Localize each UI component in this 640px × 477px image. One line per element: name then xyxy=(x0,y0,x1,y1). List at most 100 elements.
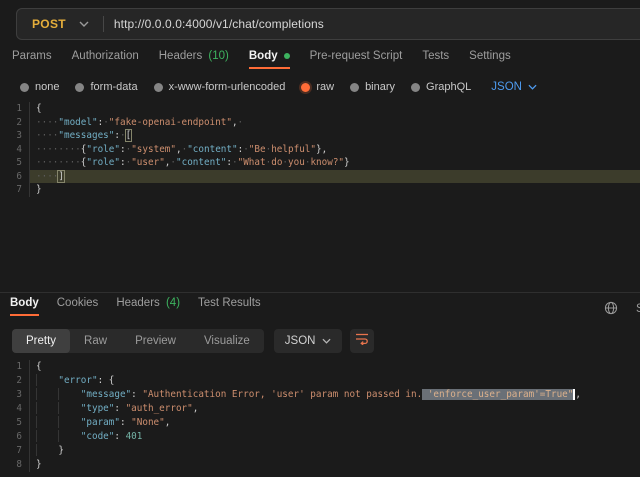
response-tab-body[interactable]: Body xyxy=(10,297,39,316)
token-str: do xyxy=(271,157,282,168)
wrap-text-button[interactable] xyxy=(350,329,374,353)
code-line: 3"message": "Authentication Error, 'user… xyxy=(0,388,640,402)
body-mode-label: GraphQL xyxy=(426,81,471,93)
code-line: 1{ xyxy=(0,360,640,374)
token-pun: }, xyxy=(316,144,327,155)
body-mode-label: binary xyxy=(365,81,395,93)
line-number: 2 xyxy=(0,116,30,130)
token-key: "content" xyxy=(176,157,226,168)
code-text: } xyxy=(30,183,640,197)
code-text: { xyxy=(30,360,640,374)
body-mode-raw[interactable]: raw xyxy=(301,81,334,93)
token-key: "code" xyxy=(81,431,115,442)
indent-guide xyxy=(36,416,58,428)
token-ws: ········ xyxy=(36,157,81,168)
url-input[interactable]: http://0.0.0.0:4000/v1/chat/completions xyxy=(114,17,324,31)
token-str: "auth_error" xyxy=(126,403,193,414)
radio-icon xyxy=(75,83,84,92)
network-info-button[interactable] xyxy=(604,301,618,320)
tab-count: (4) xyxy=(163,297,180,309)
tab-headers[interactable]: Headers (10) xyxy=(159,50,229,69)
body-mode-none[interactable]: none xyxy=(20,81,59,93)
body-mode-label: form-data xyxy=(90,81,137,93)
line-number: 7 xyxy=(0,444,30,458)
unsaved-changes-dot xyxy=(284,53,290,59)
token-str: know?" xyxy=(310,157,344,168)
code-text: ········{"role":·"user",·"content":·"Wha… xyxy=(30,156,640,170)
line-number: 8 xyxy=(0,458,30,472)
response-body-editor[interactable]: 1{2"error": {3"message": "Authentication… xyxy=(0,356,640,477)
token-str: "None" xyxy=(131,417,165,428)
code-line: 5"param": "None", xyxy=(0,416,640,430)
token-bracket: [ xyxy=(126,130,132,141)
code-text: "code": 401 xyxy=(30,430,640,444)
token-str: you xyxy=(288,157,305,168)
token-bracket: ] xyxy=(58,171,64,182)
code-line: 4········{"role":·"system",·"content":·"… xyxy=(0,143,640,157)
token-pun: , xyxy=(165,417,171,428)
token-key: "model" xyxy=(58,117,97,128)
request-language-select[interactable]: JSON xyxy=(491,81,537,93)
token-key: "role" xyxy=(86,157,120,168)
method-selector[interactable]: POST xyxy=(17,17,101,31)
token-pun: : xyxy=(114,431,125,442)
response-language-select[interactable]: JSON xyxy=(274,329,343,353)
status-text-clipped: St xyxy=(636,303,640,317)
view-mode-preview[interactable]: Preview xyxy=(121,329,190,353)
body-mode-graphql[interactable]: GraphQL xyxy=(411,81,471,93)
chevron-down-icon xyxy=(322,338,331,344)
code-line: 7} xyxy=(0,444,640,458)
selected-text: 'enforce_user_param'=True" xyxy=(422,389,573,400)
token-key: "role" xyxy=(86,144,120,155)
token-ws: ···· xyxy=(36,117,58,128)
token-str: "Authentication Error, 'user' param not … xyxy=(142,389,422,400)
indent-guide xyxy=(36,388,58,400)
chevron-down-icon xyxy=(79,21,89,27)
code-line: 8} xyxy=(0,458,640,472)
code-text: ····"model":·"fake-openai-endpoint",· xyxy=(30,116,640,130)
tab-count: (10) xyxy=(205,50,229,62)
code-line: 2"error": { xyxy=(0,374,640,388)
code-line: 5········{"role":·"user",·"content":·"Wh… xyxy=(0,156,640,170)
request-body-editor[interactable]: 1{2····"model":·"fake-openai-endpoint",·… xyxy=(0,100,640,292)
code-line: 3····"messages":·[ xyxy=(0,129,640,143)
view-mode-visualize[interactable]: Visualize xyxy=(190,329,264,353)
token-str: "Be xyxy=(249,144,266,155)
code-line: 6 ····] xyxy=(0,170,640,184)
token-ws: · xyxy=(120,130,126,141)
response-tab-test-results[interactable]: Test Results xyxy=(198,297,261,316)
indent-guide xyxy=(58,416,80,428)
code-text: "error": { xyxy=(30,374,640,388)
token-ws: ···· xyxy=(36,171,58,182)
body-mode-x-www-form-urlencoded[interactable]: x-www-form-urlencoded xyxy=(154,81,286,93)
line-number: 5 xyxy=(0,416,30,430)
view-mode-raw[interactable]: Raw xyxy=(70,329,121,353)
response-tab-headers[interactable]: Headers (4) xyxy=(116,297,180,316)
tab-pre-request-script[interactable]: Pre-request Script xyxy=(310,50,403,69)
tab-label: Pre-request Script xyxy=(310,50,403,62)
code-line: 2····"model":·"fake-openai-endpoint",· xyxy=(0,116,640,130)
tab-tests[interactable]: Tests xyxy=(422,50,449,69)
code-text: { xyxy=(30,102,640,116)
token-str: "system" xyxy=(131,144,176,155)
tab-settings[interactable]: Settings xyxy=(469,50,511,69)
body-mode-form-data[interactable]: form-data xyxy=(75,81,137,93)
body-mode-binary[interactable]: binary xyxy=(350,81,395,93)
view-mode-pretty[interactable]: Pretty xyxy=(12,329,70,353)
radio-icon xyxy=(154,83,163,92)
indent-guide xyxy=(36,444,58,456)
token-str: "fake-openai-endpoint" xyxy=(109,117,232,128)
response-tab-cookies[interactable]: Cookies xyxy=(57,297,99,316)
line-number: 6 xyxy=(0,170,30,184)
request-language-label: JSON xyxy=(491,81,522,93)
tab-label: Body xyxy=(10,297,39,309)
response-language-label: JSON xyxy=(285,335,316,347)
tab-authorization[interactable]: Authorization xyxy=(72,50,139,69)
token-pun: { xyxy=(36,103,42,114)
url-bar-divider xyxy=(103,16,104,32)
tab-params[interactable]: Params xyxy=(12,50,52,69)
token-pun: } xyxy=(36,184,42,195)
wrap-text-icon xyxy=(355,332,369,350)
line-number: 6 xyxy=(0,430,30,444)
tab-body[interactable]: Body xyxy=(249,50,290,69)
